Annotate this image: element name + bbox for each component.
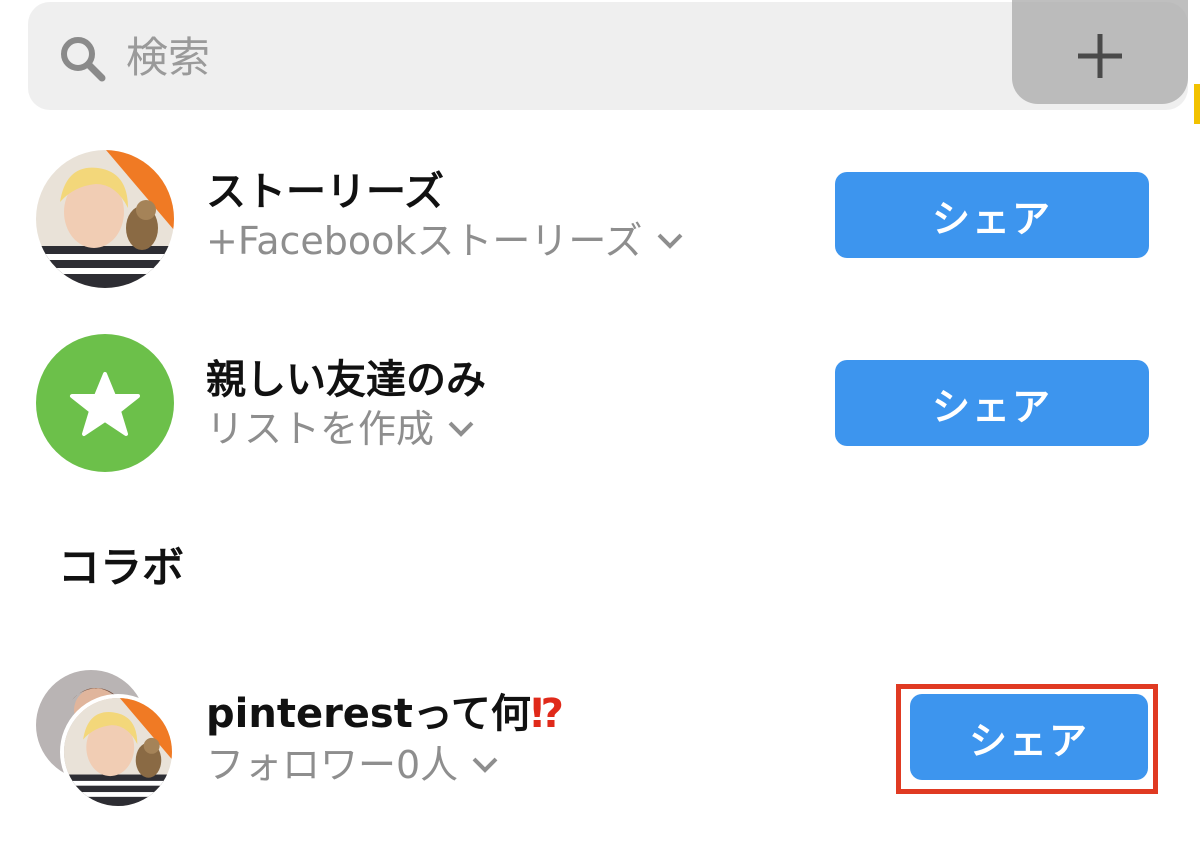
edge-accent [1194, 84, 1200, 124]
share-button[interactable]: シェア [835, 360, 1149, 446]
star-icon [70, 372, 140, 436]
row-subtitle: リストを作成 [206, 407, 435, 451]
row-title: pinterestって何⁉ [206, 688, 564, 740]
plus-icon [1078, 34, 1122, 78]
avatar [36, 150, 174, 288]
search-input[interactable]: 検索 [126, 30, 210, 86]
row-subtitle-dropdown[interactable]: リストを作成 [206, 404, 476, 454]
row-subtitle-dropdown[interactable]: フォロワー0人 [206, 740, 500, 790]
close-friends-avatar [36, 334, 174, 472]
row-subtitle-dropdown[interactable]: +Facebookストーリーズ [206, 216, 685, 266]
row-title: ストーリーズ [206, 169, 444, 215]
row-subtitle: +Facebookストーリーズ [206, 219, 643, 263]
row-subtitle: フォロワー0人 [206, 743, 459, 787]
row-title: 親しい友達のみ [206, 357, 486, 403]
search-icon [61, 37, 106, 82]
share-row-stories: ストーリーズ +Facebookストーリーズ シェア [0, 146, 1200, 296]
add-button[interactable] [1012, 0, 1188, 104]
share-row-close-friends: 親しい友達のみ リストを作成 シェア [0, 334, 1200, 484]
avatar [60, 694, 176, 810]
share-button[interactable]: シェア [835, 172, 1149, 258]
row-title-text: pinterestって何 [206, 691, 531, 737]
chevron-down-icon [448, 421, 474, 437]
exclamation-question-icon: ⁉ [530, 691, 565, 737]
chevron-down-icon [657, 233, 682, 249]
section-heading: コラボ [58, 543, 185, 592]
chevron-down-icon [472, 757, 498, 773]
highlight-annotation [896, 684, 1158, 794]
